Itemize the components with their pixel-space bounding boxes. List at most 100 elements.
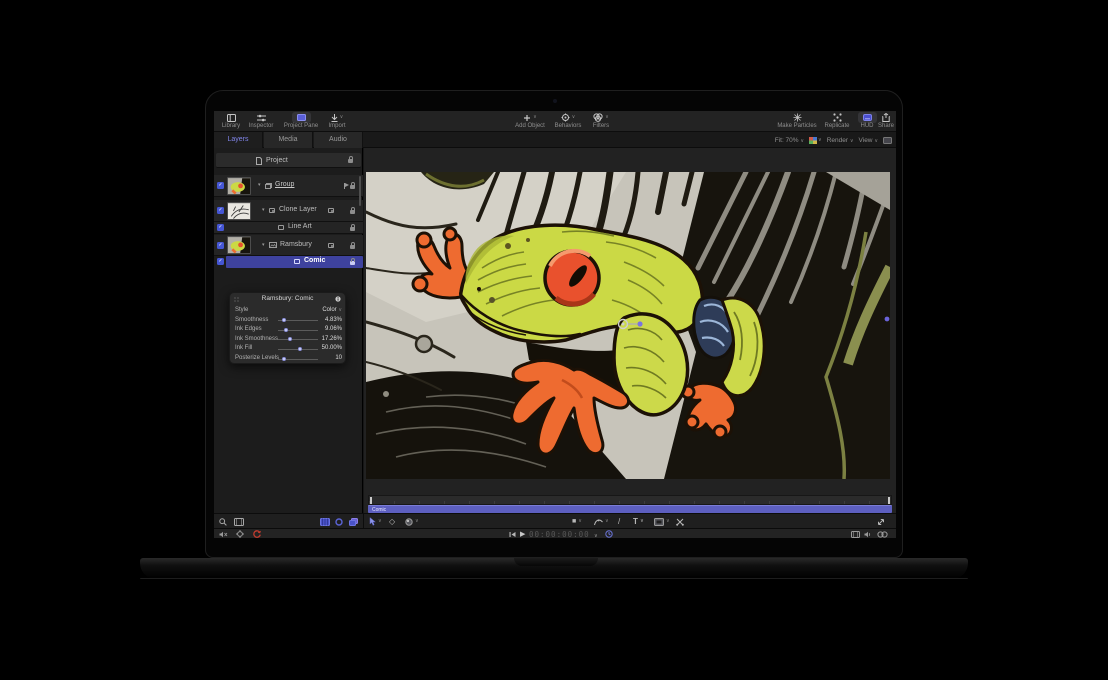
layer-row-line-art[interactable]: ✓ Line Art [214,222,363,234]
layer-name: Group [275,181,294,188]
search-button[interactable] [219,516,227,527]
behaviors-button[interactable]: ∨ Behaviors [550,112,586,130]
bezier-tool[interactable]: ∨ [594,516,609,527]
style-select[interactable]: Color ∨ [308,307,342,313]
activation-checkbox[interactable]: ✓ [217,258,224,265]
activation-checkbox[interactable]: ✓ [217,224,224,231]
replicate-button[interactable]: Replicate [820,112,854,130]
isolate-badge-icon[interactable] [328,208,334,213]
activation-checkbox[interactable]: ✓ [217,207,224,214]
paint-stroke-tool[interactable]: ∨ [405,516,419,527]
timecode-display[interactable]: 00:00:00:00 [529,530,590,538]
inspector-label: Inspector [249,123,274,129]
inspector-button[interactable]: Inspector [244,112,278,130]
filters-label: Filters [593,123,609,129]
project-pane-button[interactable]: Project Pane [278,112,324,130]
text-tool[interactable]: T∨ [633,516,644,527]
mask-tool[interactable]: ∨ [654,516,670,527]
slider-thumb[interactable] [284,328,288,332]
slider-thumb[interactable] [282,318,286,322]
show-timeline-toggle[interactable] [320,516,330,527]
tab-layers[interactable]: Layers [214,132,263,148]
show-audio-timeline-toggle[interactable] [349,516,358,527]
activation-checkbox[interactable]: ✓ [217,182,224,189]
make-particles-icon [793,113,802,122]
display-layout-button[interactable] [883,137,892,144]
library-label: Library [222,123,240,129]
mute-audio-button[interactable] [219,530,228,538]
isolate-badge-icon[interactable] [328,243,334,248]
line-tool[interactable]: / [618,516,620,527]
show-audio-button[interactable] [864,530,872,538]
layer-row-comic[interactable]: ✓ Comic [214,256,363,268]
lock-icon[interactable] [350,185,355,189]
lock-icon[interactable] [350,245,355,249]
slider-thumb[interactable] [288,337,292,341]
hud-param-posterize-levels: Posterize Levels 10 [230,354,347,364]
filmstrip-view-button[interactable] [234,516,244,527]
rectangle-tool[interactable]: ■∨ [572,516,582,527]
show-keyframe-editor-toggle[interactable] [335,516,343,527]
out-point-marker[interactable] [888,497,890,504]
canvas-viewport[interactable]: Comic [364,148,896,513]
timing-display-button[interactable] [605,530,613,538]
tab-audio[interactable]: Audio [314,132,363,148]
view-menu[interactable]: View ∨ [859,137,878,144]
tab-media[interactable]: Media [264,132,313,148]
lock-icon[interactable] [350,210,355,214]
disclosure-triangle[interactable]: ▾ [258,183,261,188]
flag-icon[interactable] [344,183,345,189]
disclosure-triangle[interactable]: ▾ [262,243,265,248]
info-icon[interactable] [335,296,341,302]
filters-button[interactable]: ∨ Filters [586,112,616,130]
select-transform-tool[interactable]: ∨ [369,516,382,527]
import-button[interactable]: ∨ Import [322,112,352,130]
make-particles-button[interactable]: Make Particles [774,112,820,130]
add-object-button[interactable]: ∨ Add Object [510,112,550,130]
layers-scrollbar[interactable] [359,176,362,206]
disclosure-triangle[interactable]: ▾ [262,208,265,213]
slider-thumb[interactable] [298,347,302,351]
play-button[interactable]: ▶ [520,530,525,538]
lock-icon[interactable] [348,159,353,163]
in-point-marker[interactable] [370,497,372,504]
layer-row-group[interactable]: ✓ ▾ Group [214,175,363,197]
hud-button[interactable]: HUD [856,112,878,130]
lock-icon[interactable] [350,227,355,231]
lock-icon[interactable] [350,261,355,265]
frog-comic-image[interactable] [366,172,890,479]
channels-select[interactable]: ∨ [809,137,822,144]
share-label: Share [878,123,894,129]
param-value[interactable]: 10 [308,355,342,361]
timeline-ruler[interactable] [368,495,892,505]
previous-frame-button[interactable] [509,530,516,538]
param-value[interactable]: 9.06% [308,326,342,332]
share-button[interactable]: Share [876,112,896,130]
param-value[interactable]: 4.83% [308,317,342,323]
param-value[interactable]: 17.26% [308,336,342,342]
layer-row-ramsbury[interactable]: ✓ ▾ Ramsbury [214,235,363,256]
activation-checkbox[interactable]: ✓ [217,242,224,249]
import-label: Import [328,123,345,129]
layer-row-clone-layer[interactable]: ✓ ▾ Clone Layer [214,200,363,222]
snap-button[interactable] [236,530,244,538]
link-button[interactable] [877,530,888,538]
filter-icon [278,225,284,230]
edit-points-tool[interactable]: ◇ [389,516,395,527]
crop-tool[interactable] [676,516,684,527]
clone-layer-icon [269,208,275,213]
library-button[interactable]: Library [218,112,244,130]
group-thumbnail [227,177,251,195]
slider-thumb[interactable] [282,357,286,361]
render-menu[interactable]: Render ∨ [827,137,854,144]
zoom-level-select[interactable]: Fit: 70% ∨ [775,137,804,144]
adjust-around-button[interactable] [877,516,885,527]
laptop-base-edge [140,578,968,579]
layer-row-project[interactable]: Project [216,153,361,168]
timeline-clip-comic[interactable]: Comic [368,505,892,513]
show-video-tracks-button[interactable] [851,530,860,538]
library-icon [227,114,236,122]
timecode-chevron[interactable]: ∨ [594,532,598,538]
param-value[interactable]: 50.00% [308,345,342,351]
loop-record-button[interactable] [253,530,261,538]
